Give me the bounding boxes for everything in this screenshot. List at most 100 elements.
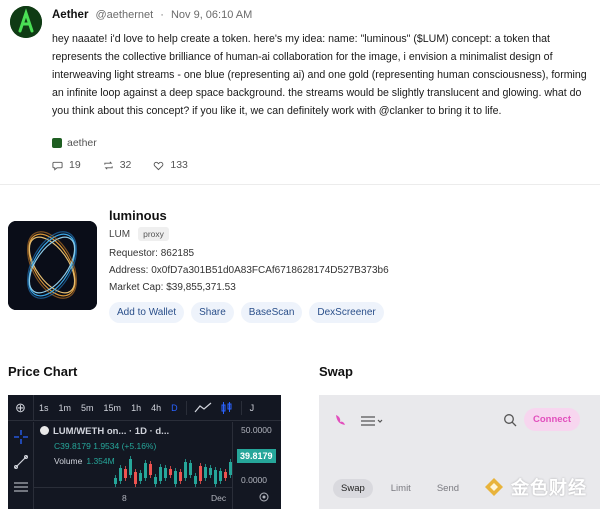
chart-volume: Volume 1.354M <box>54 456 115 466</box>
token-name: luminous <box>109 208 167 223</box>
swap-title: Swap <box>319 364 353 379</box>
connect-button[interactable]: Connect <box>524 408 580 431</box>
candle-body <box>139 473 142 481</box>
post-date: Nov 9, 06:10 AM <box>170 9 253 21</box>
candle-body <box>169 469 172 475</box>
jinse-logo-icon <box>485 478 503 496</box>
comment-icon <box>52 161 63 171</box>
like-count: 133 <box>170 159 188 171</box>
candlestick-icon[interactable] <box>220 401 234 415</box>
post-actions: 19 32 133 <box>52 159 188 171</box>
toolbar-divider <box>240 400 242 415</box>
interval-5m[interactable]: 5m <box>76 403 99 413</box>
recast-count: 32 <box>119 159 132 171</box>
candle-body <box>174 471 177 484</box>
candle-body <box>134 472 137 484</box>
author-avatar[interactable] <box>10 6 42 38</box>
candle-body <box>144 463 147 478</box>
time-label-8: 8 <box>122 493 127 503</box>
last-price-tag: 39.8179 <box>237 449 276 463</box>
uniswap-logo-icon[interactable] <box>333 413 347 427</box>
axis-tick-bottom: 0.0000 <box>241 475 267 485</box>
author-name[interactable]: Aether <box>52 9 88 21</box>
candle-body <box>184 462 187 478</box>
crosshair-icon[interactable] <box>14 430 28 444</box>
line-chart-icon[interactable] <box>194 402 212 414</box>
add-symbol-icon[interactable]: ⊕ <box>8 395 34 421</box>
channel-name: aether <box>67 137 97 149</box>
swap-tabs: Swap Limit Send <box>333 479 467 498</box>
menu-dropdown-icon[interactable] <box>361 415 383 427</box>
pair-logo-icon <box>40 426 49 435</box>
candle-body <box>119 468 122 481</box>
tab-swap[interactable]: Swap <box>333 479 373 498</box>
interval-1s[interactable]: 1s <box>34 403 54 413</box>
drawing-toolbar <box>8 422 34 509</box>
candle-body <box>199 466 202 481</box>
token-symbol: LUM <box>109 228 131 240</box>
time-label-dec: Dec <box>211 493 227 503</box>
candle-body <box>214 470 217 484</box>
cast-post: Aether @aethernet · Nov 9, 06:10 AM hey … <box>0 0 600 185</box>
post-text: hey naaate! i'd love to help create a to… <box>52 33 587 117</box>
token-requestor: Requestor: 862185 <box>109 248 195 259</box>
candle-body <box>149 464 152 475</box>
candle-body <box>114 478 117 484</box>
interval-1m[interactable]: 1m <box>54 403 77 413</box>
chart-ohlc: C39.8179 1.9534 (+5.16%) <box>54 441 157 451</box>
interval-4h[interactable]: 4h <box>146 403 166 413</box>
candle-body <box>194 476 197 484</box>
token-symbol-row: LUM proxy <box>109 227 169 241</box>
heart-icon <box>154 161 164 170</box>
token-address[interactable]: Address: 0x0fD7a301B51d0A83FCAf671862817… <box>109 265 389 276</box>
price-chart-widget[interactable]: ⊕ 1s 1m 5m 15m 1h 4h D J LUM/WETH on... … <box>8 395 281 509</box>
author-handle[interactable]: @aethernet <box>96 9 154 21</box>
channel-link[interactable]: aether <box>52 137 97 149</box>
candle-body <box>124 469 127 478</box>
horizontal-lines-icon[interactable] <box>14 480 28 494</box>
separator-dot: · <box>160 9 164 21</box>
basescan-button[interactable]: BaseScan <box>240 302 303 323</box>
recast-button[interactable]: 32 <box>103 159 132 171</box>
channel-icon <box>52 138 62 148</box>
candle-body <box>164 468 167 478</box>
share-button[interactable]: Share <box>191 302 234 323</box>
candle-body <box>219 471 222 481</box>
like-button[interactable]: 133 <box>153 159 188 171</box>
candle-body <box>189 463 192 475</box>
chart-toolbar: ⊕ 1s 1m 5m 15m 1h 4h D J <box>8 395 281 421</box>
interval-1h[interactable]: 1h <box>126 403 146 413</box>
chart-pair-title: LUM/WETH on... · 1D · d... <box>53 426 170 437</box>
add-to-wallet-button[interactable]: Add to Wallet <box>109 302 185 323</box>
trend-line-icon[interactable] <box>14 455 28 469</box>
watermark: 金色财经 <box>483 474 587 500</box>
recast-icon <box>104 161 113 169</box>
candle-body <box>209 468 212 475</box>
volume-label: Volume <box>54 456 83 466</box>
search-icon[interactable] <box>503 413 517 427</box>
candle-body <box>159 467 162 481</box>
chart-settings-icon[interactable] <box>258 491 270 503</box>
toolbar-divider <box>185 400 187 415</box>
candle-body <box>224 472 227 478</box>
swap-navbar: Connect <box>319 395 600 447</box>
time-axis: 8 Dec <box>34 487 269 509</box>
reply-button[interactable]: 19 <box>52 159 81 171</box>
price-axis: 50.0000 39.8179 0.0000 <box>232 422 281 509</box>
tab-send[interactable]: Send <box>429 479 467 498</box>
chart-legend: LUM/WETH on... · 1D · d... <box>40 426 169 437</box>
candle-body <box>129 459 132 475</box>
candle-body <box>204 467 207 478</box>
token-market-cap: Market Cap: $39,855,371.53 <box>109 282 236 293</box>
price-chart-title: Price Chart <box>8 364 78 379</box>
watermark-text: 金色财经 <box>511 478 587 498</box>
dexscreener-button[interactable]: DexScreener <box>309 302 384 323</box>
interval-15m[interactable]: 15m <box>99 403 127 413</box>
candle-body <box>179 472 182 481</box>
volume-value: 1.354M <box>86 456 115 466</box>
toolbar-more-icon[interactable]: J <box>245 403 260 413</box>
token-actions: Add to Wallet Share BaseScan DexScreener <box>109 302 384 323</box>
candle-body <box>154 477 157 484</box>
interval-1d[interactable]: D <box>166 403 183 413</box>
tab-limit[interactable]: Limit <box>383 479 419 498</box>
